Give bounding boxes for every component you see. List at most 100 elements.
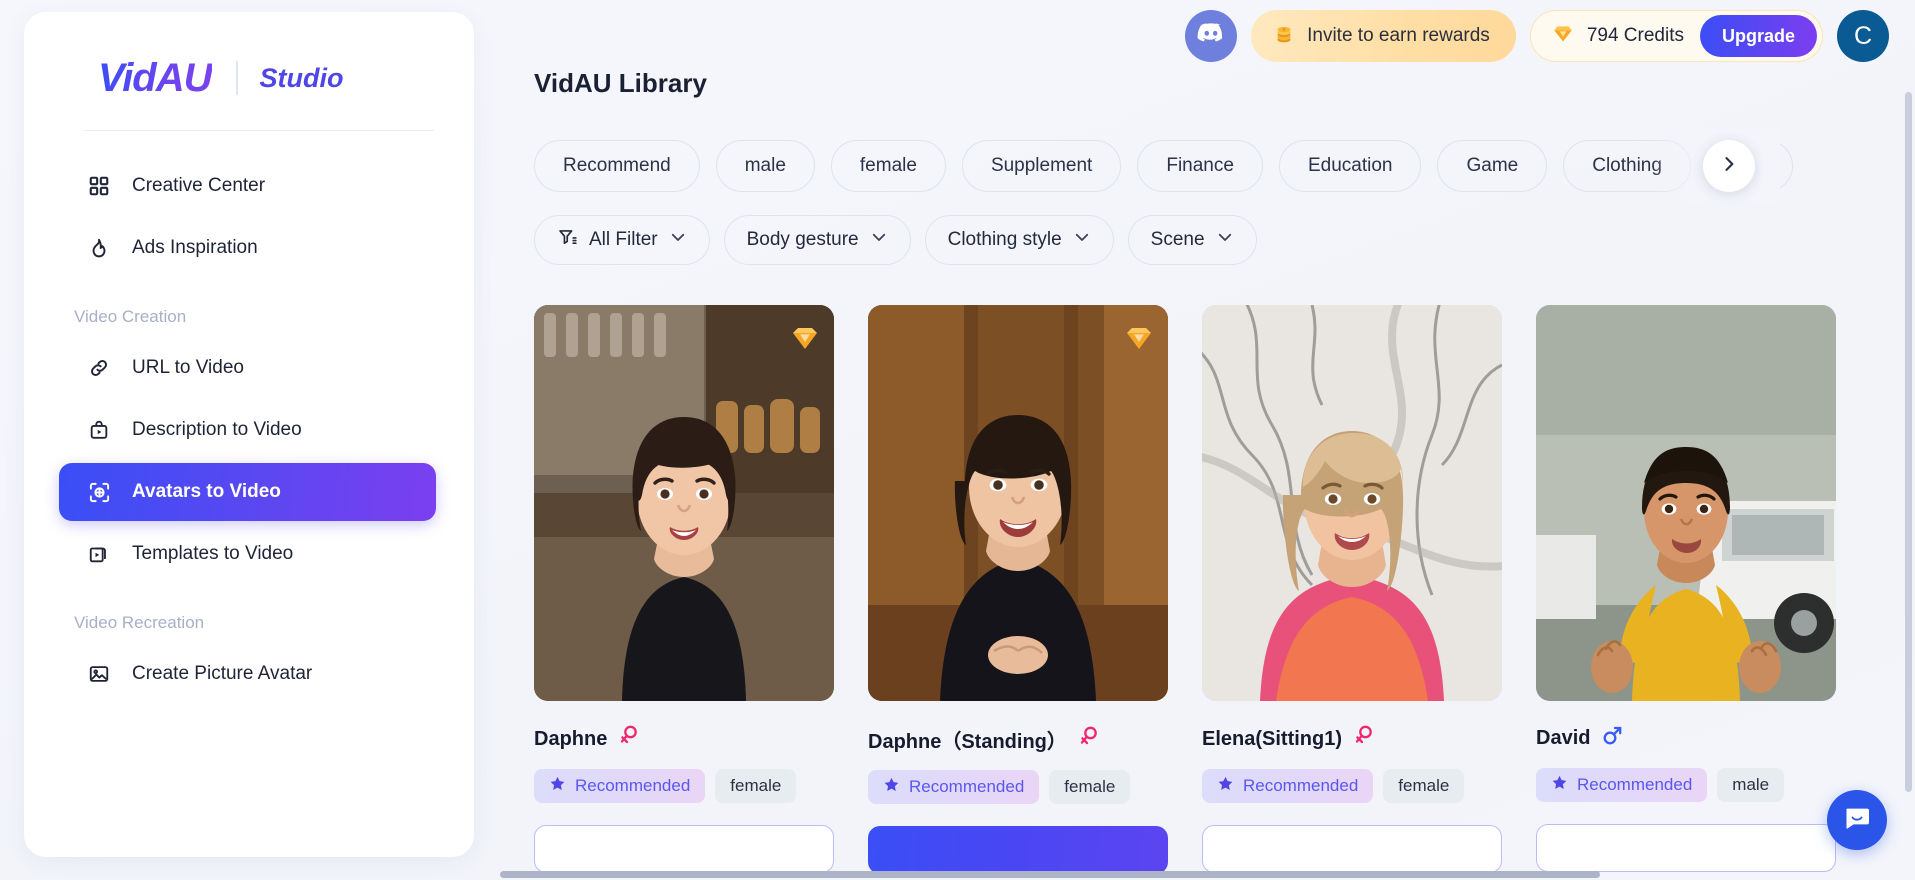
- recommended-label: Recommended: [1577, 775, 1693, 794]
- brand-sub-label: Studio: [259, 62, 344, 93]
- recommended-label: Recommended: [575, 776, 691, 795]
- support-chat-button[interactable]: [1827, 790, 1887, 850]
- avatar-card[interactable]: David Recommended male: [1536, 305, 1836, 874]
- avatar-action-button[interactable]: [1202, 825, 1502, 873]
- category-next-button[interactable]: [1703, 140, 1755, 192]
- scene-filter-button[interactable]: Scene: [1127, 215, 1257, 265]
- avatar-thumbnail[interactable]: [1536, 305, 1836, 701]
- main-content: VidAU Library Recommend male female Supp…: [500, 0, 1915, 880]
- mars-icon: [1602, 725, 1623, 752]
- premium-crown-badge: [1124, 327, 1154, 354]
- all-filter-button[interactable]: All Filter: [534, 215, 710, 265]
- picture-avatar-icon: [86, 661, 112, 687]
- sidebar-item-label: Avatars to Video: [132, 481, 281, 502]
- grid-icon: [86, 173, 112, 199]
- clothing-style-label: Clothing style: [947, 229, 1062, 250]
- sidebar-item-avatars-to-video[interactable]: Avatars to Video: [59, 463, 436, 521]
- sidebar-item-label: Description to Video: [132, 419, 302, 440]
- avatar-name: David: [1536, 727, 1591, 749]
- brand-logo: VidAU: [98, 55, 213, 100]
- avatar-image: [1536, 305, 1836, 701]
- body-gesture-filter-button[interactable]: Body gesture: [723, 215, 911, 265]
- category-chip-row: Recommend male female Supplement Finance…: [534, 140, 1794, 192]
- chevron-right-icon: [1719, 154, 1739, 179]
- avatar-card[interactable]: Daphne（Standing） Recommended female: [868, 305, 1168, 874]
- sidebar-item-creative-center[interactable]: Creative Center: [59, 157, 436, 215]
- venus-icon: [1354, 725, 1374, 753]
- sidebar-item-label: Creative Center: [132, 175, 266, 196]
- sidebar-group-video-creation: Video Creation: [74, 307, 187, 326]
- vertical-scrollbar[interactable]: [1905, 92, 1912, 792]
- avatar-name-row: David: [1536, 725, 1836, 752]
- avatar-thumbnail[interactable]: [534, 305, 834, 701]
- sidebar: VidAU Studio Creative Center Ads Inspira…: [24, 12, 474, 857]
- app-root: VidAU Studio Creative Center Ads Inspira…: [0, 0, 1915, 880]
- all-filter-label: All Filter: [589, 229, 658, 250]
- brand-divider: [235, 61, 238, 95]
- link-icon: [86, 355, 112, 381]
- category-chip-supplement[interactable]: Supplement: [961, 140, 1122, 192]
- sidebar-group-video-recreation: Video Recreation: [74, 613, 205, 632]
- description-video-icon: [86, 417, 112, 443]
- chevron-down-icon: [1073, 228, 1091, 252]
- avatar-tag-row: Recommended female: [534, 769, 834, 803]
- avatar-card[interactable]: Elena(Sitting1) Recommended female: [1202, 305, 1502, 874]
- avatar-action-button[interactable]: [1536, 824, 1836, 872]
- templates-icon: [86, 541, 112, 567]
- gender-tag: female: [1383, 769, 1465, 803]
- sidebar-item-ads-inspiration[interactable]: Ads Inspiration: [59, 219, 436, 277]
- avatar-tag-row: Recommended female: [1202, 769, 1502, 803]
- chevron-down-icon: [1216, 228, 1234, 252]
- avatar-thumbnail[interactable]: [1202, 305, 1502, 701]
- avatar-image: [534, 305, 834, 701]
- avatar-name-row: Daphne: [534, 725, 834, 753]
- venus-icon: [619, 725, 639, 753]
- chevron-down-icon: [669, 228, 687, 252]
- filter-row: All Filter Body gesture Clothing style S…: [534, 215, 1257, 265]
- category-chip-recommend[interactable]: Recommend: [534, 140, 700, 192]
- avatar-target-icon: [86, 479, 112, 505]
- avatar-name: Daphne（Standing）: [868, 731, 1067, 753]
- sidebar-item-description-to-video[interactable]: Description to Video: [59, 401, 436, 459]
- category-chip-female[interactable]: female: [830, 140, 946, 192]
- page-title: VidAU Library: [534, 68, 707, 98]
- avatar-thumbnail[interactable]: [868, 305, 1168, 701]
- sidebar-item-create-picture-avatar[interactable]: Create Picture Avatar: [59, 645, 436, 703]
- recommended-badge: Recommended: [1536, 768, 1708, 802]
- star-icon: [883, 776, 900, 798]
- recommended-badge: Recommended: [868, 770, 1040, 804]
- sidebar-nav: Creative Center Ads Inspiration Video Cr…: [24, 131, 474, 703]
- chat-bubble-icon: [1842, 803, 1872, 838]
- scene-label: Scene: [1150, 229, 1205, 250]
- avatar-action-button[interactable]: [534, 825, 834, 873]
- star-icon: [1551, 774, 1568, 796]
- category-chip-education[interactable]: Education: [1278, 140, 1422, 192]
- category-chip-clothing[interactable]: Clothing: [1563, 140, 1691, 192]
- gender-tag: female: [715, 769, 797, 803]
- recommended-label: Recommended: [909, 777, 1025, 796]
- avatar-name-row: Elena(Sitting1): [1202, 725, 1502, 753]
- avatar-image: [868, 305, 1168, 701]
- recommended-badge: Recommended: [1202, 769, 1374, 803]
- avatar-name: Daphne: [534, 727, 608, 750]
- clothing-style-filter-button[interactable]: Clothing style: [924, 215, 1114, 265]
- horizontal-scrollbar[interactable]: [500, 871, 1600, 878]
- sidebar-item-url-to-video[interactable]: URL to Video: [59, 339, 436, 397]
- avatar-action-button[interactable]: [868, 826, 1168, 874]
- avatar-card[interactable]: Daphne Recommended female: [534, 305, 834, 874]
- brand[interactable]: VidAU Studio: [24, 12, 474, 108]
- recommended-badge: Recommended: [534, 769, 706, 803]
- star-icon: [1217, 775, 1234, 797]
- avatar-image: [1202, 305, 1502, 701]
- avatar-tag-row: Recommended female: [868, 770, 1168, 804]
- category-chip-finance[interactable]: Finance: [1137, 140, 1263, 192]
- sidebar-item-templates-to-video[interactable]: Templates to Video: [59, 525, 436, 583]
- category-chip-male[interactable]: male: [715, 140, 815, 192]
- gender-tag: female: [1049, 770, 1131, 804]
- category-chip-game[interactable]: Game: [1437, 140, 1548, 192]
- sidebar-item-label: Create Picture Avatar: [132, 663, 313, 684]
- chevron-down-icon: [870, 228, 888, 252]
- avatar-tag-row: Recommended male: [1536, 768, 1836, 802]
- flame-icon: [86, 235, 112, 261]
- avatar-name: Elena(Sitting1): [1202, 727, 1343, 750]
